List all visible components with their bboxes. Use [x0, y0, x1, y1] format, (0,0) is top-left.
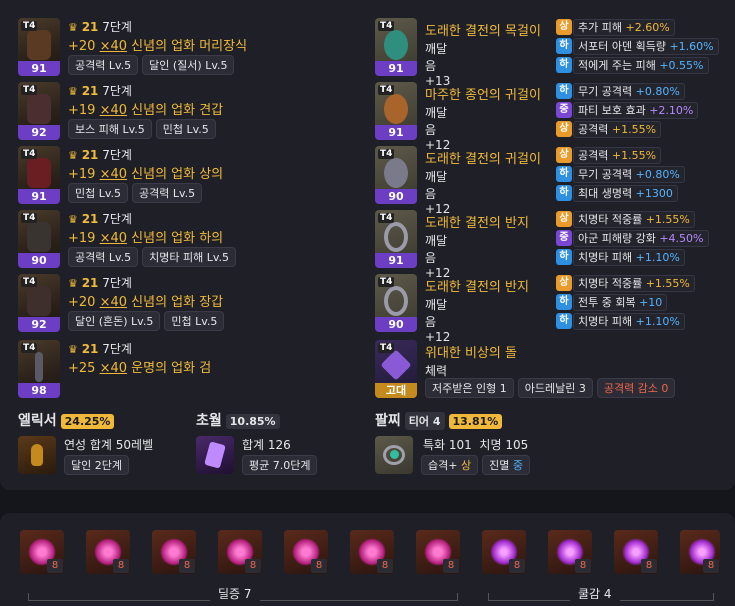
- damage-gem-label: 딜증 7: [210, 585, 260, 602]
- damage-gem[interactable]: 8: [20, 530, 64, 574]
- quality-icon: ♛: [68, 343, 78, 356]
- option-row: 하 무기 공격력 +0.80%: [556, 165, 685, 183]
- cooldown-gem[interactable]: 8: [548, 530, 592, 574]
- option-row: 상 공격력 +1.55%: [556, 146, 685, 164]
- transcend-section: 초월 10.85% 합계 126 평균 7.0단계: [196, 410, 366, 480]
- bracelet-tag: 진멸 중: [482, 455, 530, 475]
- engraving-tag: 보스 피해 Lv.5: [68, 119, 152, 139]
- cooldown-gem[interactable]: 8: [614, 530, 658, 574]
- earring-icon: T4 90: [375, 146, 417, 204]
- bracelet-tag: 습격+ 상: [421, 455, 479, 475]
- option-row: 상 치명타 적중률 +1.55%: [556, 274, 695, 292]
- option-row: 하 치명타 피해 +1.10%: [556, 248, 709, 266]
- earring-icon: T4 91: [375, 82, 417, 140]
- cooldown-gem[interactable]: 8: [482, 530, 526, 574]
- option-row: 하 치명타 피해 +1.10%: [556, 312, 695, 330]
- option-row: 하 적에게 주는 피해 +0.55%: [556, 56, 719, 74]
- engraving-tag: 공격력 Lv.5: [68, 247, 139, 267]
- gem-panel: 8 8 8 8 8 8 8 8 8 8 8 딜증 7 쿨감 4: [0, 513, 735, 606]
- ring-icon: T4 90: [375, 274, 417, 332]
- damage-gem[interactable]: 8: [350, 530, 394, 574]
- option-row: 하 서포터 아덴 획득량 +1.60%: [556, 37, 719, 55]
- damage-gem[interactable]: 8: [152, 530, 196, 574]
- engraving-tag: 민첩 Lv.5: [155, 119, 216, 139]
- pants-icon: T4 90: [18, 210, 60, 268]
- quality-icon: ♛: [68, 21, 78, 34]
- chest-armor-icon: T4 91: [18, 146, 60, 204]
- cooldown-gem-label: 쿨감 4: [570, 585, 620, 602]
- engraving-tag: 치명타 피해 Lv.5: [142, 247, 237, 267]
- bracelet-icon: [375, 436, 413, 474]
- ability-stone-icon: T4 고대: [375, 340, 417, 398]
- damage-gem[interactable]: 8: [218, 530, 262, 574]
- option-row: 중 파티 보호 효과 +2.10%: [556, 101, 699, 119]
- shoulder-icon: T4 92: [18, 82, 60, 140]
- bracelet-section: 팔찌 티어 4 13.81% 특화 101 치명 105 습격+ 상 진멸 중: [375, 410, 675, 480]
- engraving-tag: 달인 (질서) Lv.5: [142, 55, 235, 75]
- sword-icon: T4 98: [18, 340, 60, 398]
- engraving-tag: 민첩 Lv.5: [68, 183, 129, 203]
- damage-gem[interactable]: 8: [416, 530, 460, 574]
- option-row: 상 치명타 적중률 +1.55%: [556, 210, 709, 228]
- option-row: 중 아군 피해량 강화 +4.50%: [556, 229, 709, 247]
- option-row: 상 추가 피해 +2.60%: [556, 18, 719, 36]
- engraving-tag: 공격력 Lv.5: [68, 55, 139, 75]
- elixir-section: 엘릭서 24.25% 연성 합계 50레벨 달인 2단계: [18, 410, 188, 480]
- necklace-icon: T4 91: [375, 18, 417, 76]
- engraving-tag: 민첩 Lv.5: [164, 311, 225, 331]
- stone-engraving-tag: 아드레날린 3: [517, 378, 593, 398]
- option-row: 하 전투 중 회복 +10: [556, 293, 695, 311]
- helmet-icon: T4 91: [18, 18, 60, 76]
- quality-icon: ♛: [68, 149, 78, 162]
- elixir-potion-icon: [18, 436, 56, 474]
- engraving-tag: 공격력 Lv.5: [132, 183, 203, 203]
- equipment-panel: T4 91 ♛ 21 7단계 +20 ×40 신념의 업화 머리장식 공격력 L…: [0, 0, 735, 490]
- transcend-crystal-icon: [196, 436, 234, 474]
- option-row: 하 무기 공격력 +0.80%: [556, 82, 698, 100]
- quality-icon: ♛: [68, 85, 78, 98]
- gloves-icon: T4 92: [18, 274, 60, 332]
- quality-icon: ♛: [68, 277, 78, 290]
- stone-negative-tag: 공격력 감소 0: [596, 378, 676, 398]
- damage-gem[interactable]: 8: [86, 530, 130, 574]
- damage-gem[interactable]: 8: [284, 530, 328, 574]
- engraving-tag: 달인 (혼돈) Lv.5: [68, 311, 161, 331]
- option-row: 상 공격력 +1.55%: [556, 120, 698, 138]
- option-row: 하 최대 생명력 +1300: [556, 184, 685, 202]
- quality-icon: ♛: [68, 213, 78, 226]
- stone-engraving-tag: 저주받은 인형 1: [425, 378, 514, 398]
- cooldown-gem[interactable]: 8: [680, 530, 720, 574]
- ring-icon: T4 91: [375, 210, 417, 268]
